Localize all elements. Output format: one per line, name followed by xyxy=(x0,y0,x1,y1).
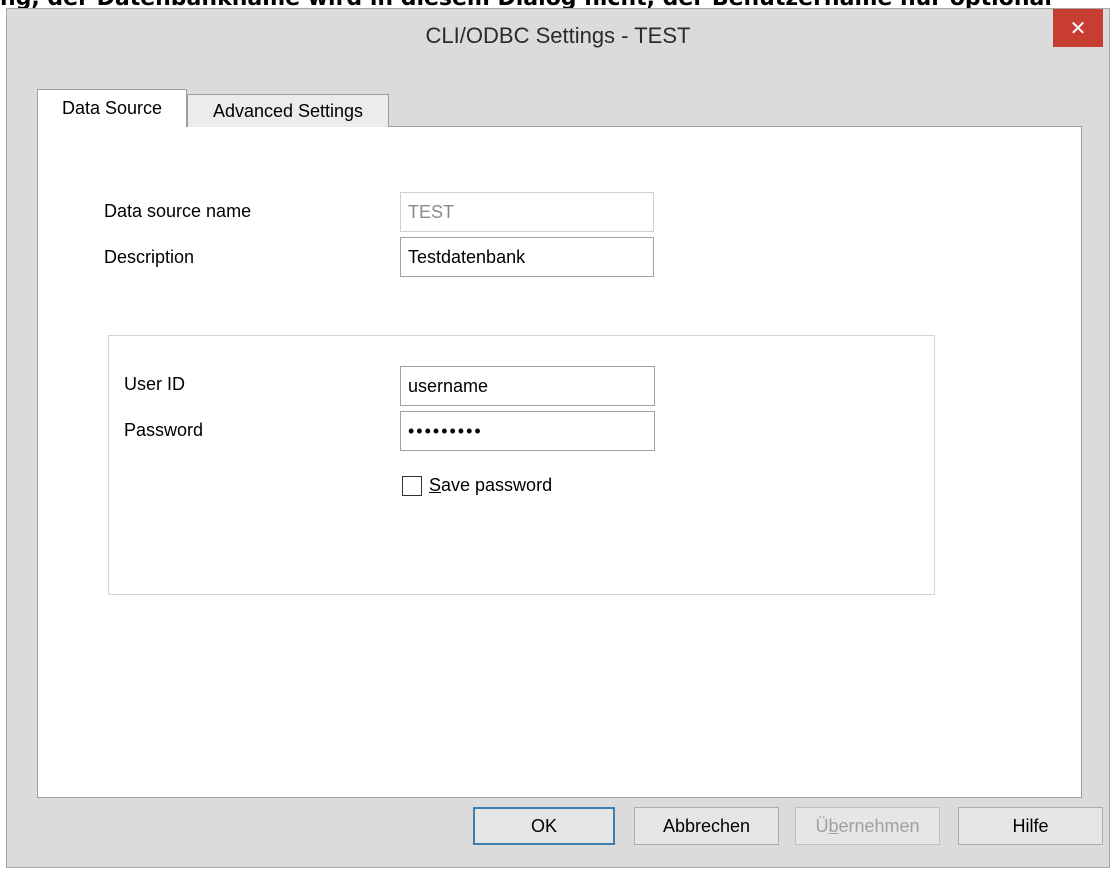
close-button[interactable]: ✕ xyxy=(1053,9,1103,47)
help-button[interactable]: Hilfe xyxy=(958,807,1103,845)
user-id-label: User ID xyxy=(124,374,186,394)
save-password-label: Save password xyxy=(429,475,553,495)
tab-data-source-label: Data Source xyxy=(61,98,163,118)
credentials-groupbox: User ID username Password ••••••••• Save… xyxy=(108,335,935,595)
tab-advanced-settings-label: Advanced Settings xyxy=(212,100,364,121)
data-source-name-label: Data source name xyxy=(104,201,252,221)
password-field[interactable]: ••••••••• xyxy=(400,411,655,451)
tab-panel-data-source: Data source name TEST Description Testda… xyxy=(37,126,1082,798)
user-id-field[interactable]: username xyxy=(400,366,655,406)
apply-button[interactable]: Üb ernehmen xyxy=(795,807,940,845)
ok-button[interactable]: OK xyxy=(473,807,615,845)
description-label: Description xyxy=(104,247,195,267)
title-bar[interactable]: CLI/ODBC Settings - TEST ✕ xyxy=(7,9,1109,67)
password-label: Password xyxy=(124,420,204,440)
tab-data-source[interactable]: Data Source xyxy=(37,89,187,127)
save-password-option[interactable]: Save password xyxy=(402,475,552,496)
data-source-name-field: TEST xyxy=(400,192,654,232)
description-field[interactable]: Testdatenbank xyxy=(400,237,654,277)
dialog-window: CLI/ODBC Settings - TEST ✕ Data Source A… xyxy=(6,8,1110,868)
partially-visible-background-text: ng, der Datenbankname wird in diesem Dia… xyxy=(0,0,1120,8)
window-title: CLI/ODBC Settings - TEST xyxy=(425,23,691,48)
tab-advanced-settings[interactable]: Advanced Settings xyxy=(187,94,389,127)
close-icon: ✕ xyxy=(1069,16,1087,40)
cancel-button[interactable]: Abbrechen xyxy=(634,807,779,845)
save-password-checkbox[interactable] xyxy=(402,475,422,496)
